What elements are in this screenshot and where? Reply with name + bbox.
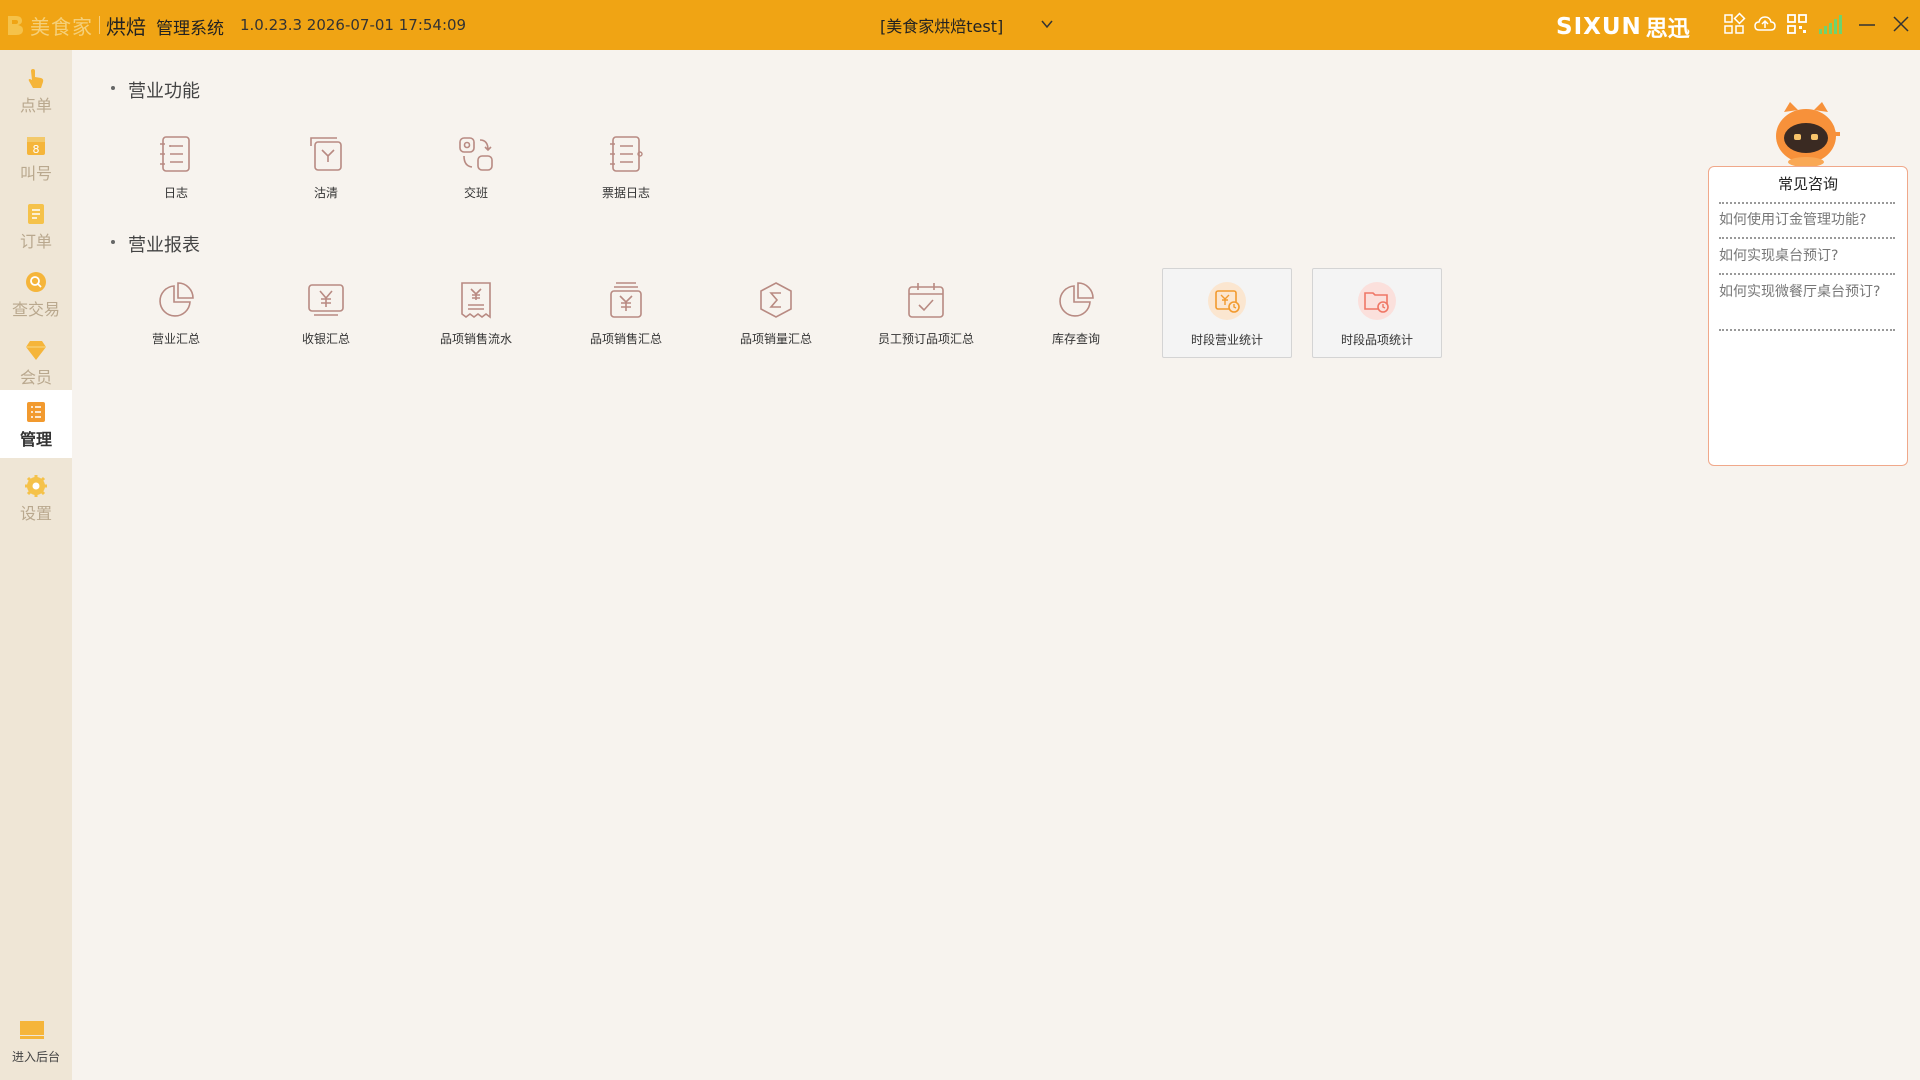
notebook-icon — [160, 136, 190, 172]
gear-icon — [25, 475, 47, 497]
minimize-icon[interactable] — [1855, 12, 1879, 36]
brand-name: 美食家 — [30, 14, 93, 39]
sold-out-icon — [310, 137, 342, 171]
title-bar: 美食家 烘焙 管理系统 1.0.23.3 2026-07-01 17:54:09… — [0, 0, 1920, 50]
brand-logo: 美食家 烘焙 — [6, 11, 146, 39]
tile-staff-booking-summary[interactable]: 员工预订品项汇总 — [862, 268, 990, 356]
shift-handover-icon — [459, 137, 493, 171]
receipt-log-icon — [610, 136, 643, 172]
tile-item-quantity-summary[interactable]: 品项销量汇总 — [712, 268, 840, 356]
sidebar-item-settings[interactable]: 设置 — [0, 464, 72, 530]
tile-log[interactable]: 日志 — [112, 122, 240, 210]
number-ticket-icon: 8 — [27, 137, 45, 156]
brand-separator — [99, 16, 100, 34]
yen-stack-icon — [610, 282, 642, 318]
tile-label: 时段品项统计 — [1340, 333, 1413, 347]
tile-period-item-stats[interactable]: 时段品项统计 — [1312, 268, 1442, 358]
tile-label: 票据日志 — [601, 186, 650, 200]
pie-chart-icon — [159, 282, 194, 317]
sidebar-item-label: 订单 — [19, 232, 52, 251]
store-name: [美食家烘焙test] — [880, 17, 1004, 36]
tile-label: 品项销量汇总 — [739, 332, 812, 346]
section-bullet — [111, 86, 115, 90]
monitor-icon — [20, 1021, 44, 1039]
calendar-check-icon — [908, 283, 944, 318]
tile-period-revenue-stats[interactable]: 时段营业统计 — [1162, 268, 1292, 358]
period-item-icon — [1358, 282, 1396, 320]
sidebar-item-label: 设置 — [19, 504, 52, 523]
tile-item-sales-flow[interactable]: 品项销售流水 — [412, 268, 540, 356]
sidebar-item-orders[interactable]: 订单 — [0, 192, 72, 258]
sidebar-item-management[interactable]: 管理 — [0, 390, 72, 458]
tile-cashier-summary[interactable]: 收银汇总 — [262, 268, 390, 356]
faq-divider — [1719, 237, 1895, 239]
faq-divider — [1719, 202, 1895, 204]
faq-question[interactable]: 如何使用订金管理功能? — [1719, 211, 1895, 230]
sidebar-item-transactions[interactable]: 查交易 — [0, 260, 72, 326]
tile-receipt-log[interactable]: 票据日志 — [562, 122, 690, 210]
section-title-business-functions: 营业功能 — [128, 81, 200, 102]
section-bullet — [111, 240, 115, 244]
sidebar-item-label: 会员 — [19, 368, 52, 387]
enter-backend-label: 进入后台 — [11, 1050, 60, 1064]
system-name: 管理系统 — [156, 19, 224, 39]
faq-title: 常见咨询 — [1777, 175, 1838, 193]
tile-label: 日志 — [163, 186, 188, 200]
tile-label: 沽清 — [313, 186, 338, 200]
pie-chart-icon — [1059, 282, 1094, 317]
search-icon — [26, 272, 46, 292]
sidebar-item-label: 点单 — [19, 96, 52, 115]
sidebar-item-label: 管理 — [19, 430, 52, 449]
faq-question[interactable]: 如何实现微餐厅桌台预订? — [1719, 283, 1895, 302]
faq-question[interactable]: 如何实现桌台预订? — [1719, 247, 1895, 266]
faq-panel: 常见咨询 如何使用订金管理功能? 如何实现桌台预订? 如何实现微餐厅桌台预订? — [1708, 166, 1908, 466]
sidebar-item-order[interactable]: 点单 — [0, 56, 72, 122]
faq-divider — [1719, 273, 1895, 275]
vendor-logo: SIXUN 思迅 — [1556, 11, 1690, 43]
chevron-down-icon — [1041, 20, 1053, 29]
sidebar: 点单 8 叫号 订单 查交易 会员 管理 设置 进入后台 — [0, 50, 72, 1080]
yen-receipt-icon — [461, 282, 491, 319]
tile-label: 员工预订品项汇总 — [877, 332, 974, 346]
vendor-cn: 思迅 — [1645, 17, 1690, 42]
close-icon[interactable] — [1889, 12, 1913, 36]
signal-bars-icon — [1819, 15, 1842, 34]
apps-grid-icon[interactable] — [1722, 12, 1746, 36]
sigma-icon — [760, 282, 792, 318]
tile-item-sales-summary[interactable]: 品项销售汇总 — [562, 268, 690, 356]
tile-sold-out[interactable]: 沽清 — [262, 122, 390, 210]
mascot-robot-icon — [1776, 102, 1840, 166]
document-icon — [28, 204, 44, 224]
tile-label: 库存查询 — [1051, 332, 1100, 346]
diamond-icon — [26, 341, 46, 360]
tile-business-summary[interactable]: 营业汇总 — [112, 268, 240, 356]
faq-divider — [1719, 329, 1895, 331]
qr-code-icon[interactable] — [1785, 12, 1809, 36]
cloud-icon[interactable] — [1753, 12, 1777, 36]
enter-backend-button[interactable]: 进入后台 — [0, 1015, 72, 1075]
brand-sub: 烘焙 — [106, 14, 146, 39]
tile-label: 收银汇总 — [301, 332, 350, 346]
section-title-business-reports: 营业报表 — [128, 235, 200, 256]
yen-icon — [308, 284, 344, 316]
tile-label: 品项销售流水 — [439, 332, 512, 346]
svg-text:8: 8 — [33, 143, 40, 156]
sidebar-item-call-number[interactable]: 8 叫号 — [0, 124, 72, 190]
tile-label: 营业汇总 — [151, 332, 200, 346]
tile-label: 交班 — [463, 186, 488, 200]
version-datetime: 1.0.23.3 2026-07-01 17:54:09 — [240, 16, 467, 34]
sidebar-item-label: 查交易 — [11, 300, 60, 319]
brand-logo-icon — [8, 16, 23, 35]
tile-shift-handover[interactable]: 交班 — [412, 122, 540, 210]
sidebar-item-label: 叫号 — [19, 164, 52, 183]
tile-label: 品项销售汇总 — [589, 332, 662, 346]
hand-pointer-icon — [28, 69, 44, 88]
period-revenue-icon — [1208, 282, 1246, 320]
tile-label: 时段营业统计 — [1190, 333, 1263, 347]
sidebar-item-members[interactable]: 会员 — [0, 328, 72, 394]
store-selector[interactable]: [美食家烘焙test] — [880, 13, 1060, 37]
list-icon — [27, 402, 45, 422]
tile-inventory-query[interactable]: 库存查询 — [1012, 268, 1140, 356]
vendor-latin: SIXUN — [1556, 14, 1642, 40]
